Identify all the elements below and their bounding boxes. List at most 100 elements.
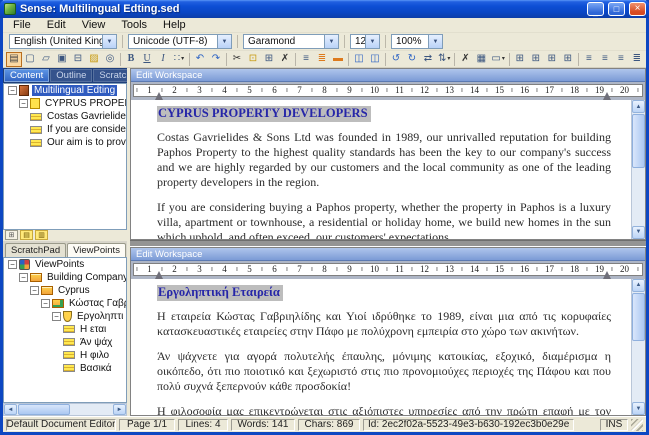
font-select[interactable]: Garamond ▼ <box>243 34 339 49</box>
horizontal-splitter[interactable] <box>130 240 646 247</box>
print-button[interactable]: ⊟ <box>70 52 86 67</box>
insert-row-below-button[interactable]: ⊞ <box>528 52 544 67</box>
fit-width-button[interactable]: ⇄ <box>420 52 436 67</box>
dropdown-arrow-icon[interactable]: ▼ <box>217 35 231 48</box>
edit-workspace-bottom[interactable]: Εργοληπτική Εταιρεία Η εταιρεία Κώστας Γ… <box>131 279 645 415</box>
dropdown-arrow-icon[interactable]: ▼ <box>428 35 442 48</box>
tree-expander[interactable]: − <box>19 273 28 282</box>
save-button[interactable]: ▣ <box>54 52 70 67</box>
right-margin-marker[interactable] <box>603 271 611 279</box>
tree-item[interactable]: Η εται <box>4 323 126 336</box>
insert-row-above-button[interactable]: ⊞ <box>512 52 528 67</box>
justify-button[interactable]: ≣ <box>629 52 645 67</box>
tree-item[interactable]: −CYPRUS PROPERTY D <box>4 97 126 110</box>
fit-page-button[interactable]: ⇅▾ <box>436 52 452 67</box>
underline-button[interactable]: U <box>139 52 155 67</box>
scrollbar-thumb[interactable] <box>632 114 645 168</box>
note-up-button[interactable]: ▤ <box>20 230 33 240</box>
dropdown-arrow-icon[interactable]: ▼ <box>324 35 338 48</box>
new-document-button[interactable]: ▢ <box>22 52 38 67</box>
open-document-button[interactable]: ▱ <box>38 52 54 67</box>
add-section-button[interactable]: ⊞ <box>5 230 18 240</box>
tree-item[interactable]: Our aim is to provide <box>4 136 126 149</box>
paste-button[interactable]: ⊞ <box>261 52 277 67</box>
formatting-marks-toggle[interactable]: ▤ <box>6 52 22 67</box>
rotate-left-button[interactable]: ↺ <box>388 52 404 67</box>
vertical-scrollbar[interactable]: ▲ ▼ <box>631 100 645 239</box>
redo-button[interactable]: ↷ <box>208 52 224 67</box>
font-size-select[interactable]: 12 ▼ <box>350 34 380 49</box>
tree-item[interactable]: −ViewPoints <box>4 258 126 271</box>
tree-item[interactable]: −Building Company <box>4 271 126 284</box>
tree-expander[interactable]: − <box>41 299 50 308</box>
scroll-up-button[interactable]: ▲ <box>632 100 645 113</box>
scrollbar-thumb[interactable] <box>18 404 70 415</box>
maximize-button[interactable]: □ <box>608 2 625 16</box>
tab-content[interactable]: Content <box>4 69 49 82</box>
scroll-left-button[interactable]: ◄ <box>4 404 17 415</box>
zoom-select[interactable]: 100% ▼ <box>391 34 443 49</box>
tree-item[interactable]: −Κώστας Γαβρι <box>4 297 126 310</box>
left-margin-marker[interactable] <box>155 92 163 100</box>
dictionary-button[interactable]: ◫ <box>367 52 383 67</box>
rotate-right-button[interactable]: ↻ <box>404 52 420 67</box>
tab-outline[interactable]: Outline <box>50 69 92 82</box>
scroll-down-button[interactable]: ▼ <box>632 226 645 239</box>
delete-button[interactable]: ✗ <box>277 52 293 67</box>
menu-edit[interactable]: Edit <box>39 19 74 31</box>
list-button[interactable]: ≣ <box>314 52 330 67</box>
note-folder-button[interactable]: ▥ <box>35 230 48 240</box>
delete-element-button[interactable]: ✗ <box>457 52 473 67</box>
menu-help[interactable]: Help <box>155 19 194 31</box>
highlight-button[interactable]: ▬ <box>330 52 346 67</box>
italic-button[interactable]: I <box>155 52 171 67</box>
horizontal-scrollbar[interactable]: ◄ ► <box>3 403 127 416</box>
align-right-button[interactable]: ≡ <box>613 52 629 67</box>
thesaurus-button[interactable]: ◫ <box>351 52 367 67</box>
text-select-button[interactable]: ∷▾ <box>171 52 187 67</box>
scroll-down-button[interactable]: ▼ <box>632 402 645 415</box>
title-bar[interactable]: Sense: Multilingual Edting.sed _ □ × <box>0 0 649 18</box>
vertical-scrollbar[interactable]: ▲ ▼ <box>631 279 645 415</box>
menu-file[interactable]: File <box>5 19 39 31</box>
menu-view[interactable]: View <box>74 19 114 31</box>
line-spacing-button[interactable]: ≡ <box>298 52 314 67</box>
insert-column-left-button[interactable]: ⊞ <box>544 52 560 67</box>
resize-grip[interactable] <box>631 419 643 431</box>
undo-button[interactable]: ↶ <box>192 52 208 67</box>
tree-item[interactable]: −Cyprus <box>4 284 126 297</box>
right-margin-marker[interactable] <box>603 92 611 100</box>
border-style-button[interactable]: ▭▾ <box>489 52 506 67</box>
left-margin-marker[interactable] <box>155 271 163 279</box>
menu-tools[interactable]: Tools <box>113 19 155 31</box>
tree-expander[interactable]: − <box>30 286 39 295</box>
export-page-button[interactable]: ▨ <box>86 52 102 67</box>
tree-item[interactable]: Άν ψάχ <box>4 336 126 349</box>
bold-button[interactable]: B <box>123 52 139 67</box>
tree-item[interactable]: −Multilingual Edting <box>4 84 126 97</box>
tree-expander[interactable]: − <box>19 99 28 108</box>
align-center-button[interactable]: ≡ <box>597 52 613 67</box>
tree-item[interactable]: Βασικά <box>4 362 126 375</box>
tree-item[interactable]: −Εργοληπτι <box>4 310 126 323</box>
copy-button[interactable]: ⊡ <box>245 52 261 67</box>
insert-table-button[interactable]: ▦ <box>473 52 489 67</box>
encoding-select[interactable]: Unicode (UTF-8) ▼ <box>128 34 232 49</box>
cut-button[interactable]: ✂ <box>229 52 245 67</box>
tree-expander[interactable]: − <box>8 260 17 269</box>
tab-viewpoints[interactable]: ViewPoints <box>67 243 126 257</box>
tree-expander[interactable]: − <box>52 312 61 321</box>
tab-scratchpad[interactable]: ScratchPad <box>93 69 127 82</box>
insert-column-right-button[interactable]: ⊞ <box>560 52 576 67</box>
tree-item[interactable]: Η φιλο <box>4 349 126 362</box>
tree-item[interactable]: Costas Gavrielides & <box>4 110 126 123</box>
edit-workspace-top[interactable]: CYPRUS PROPERTY DEVELOPERS Costas Gavrie… <box>131 100 645 239</box>
align-left-button[interactable]: ≡ <box>581 52 597 67</box>
scrollbar-thumb[interactable] <box>632 293 645 341</box>
tree-item[interactable]: If you are considerin <box>4 123 126 136</box>
language-select[interactable]: English (United Kingdom) ▼ <box>9 34 117 49</box>
scroll-up-button[interactable]: ▲ <box>632 279 645 292</box>
dropdown-arrow-icon[interactable]: ▼ <box>102 35 116 48</box>
minimize-button[interactable]: _ <box>587 2 604 16</box>
scroll-right-button[interactable]: ► <box>113 404 126 415</box>
